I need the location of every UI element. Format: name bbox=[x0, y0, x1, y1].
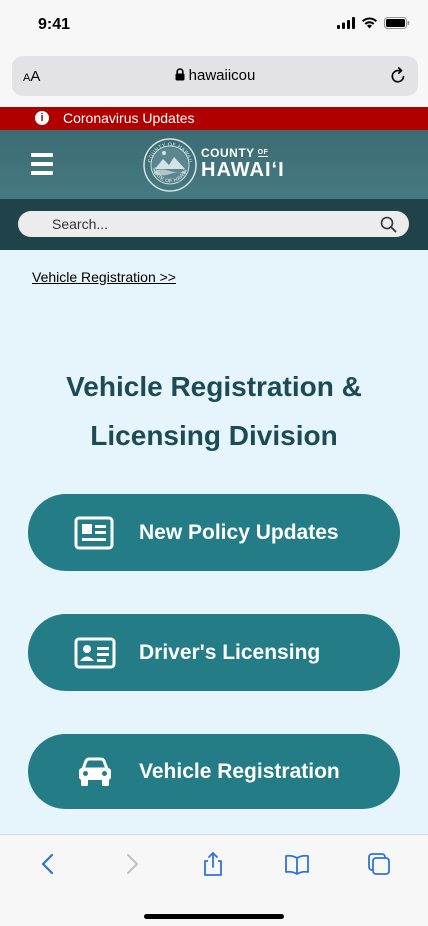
search-area bbox=[0, 199, 428, 250]
lock-icon bbox=[175, 68, 185, 81]
home-indicator bbox=[144, 914, 284, 919]
id-card-icon bbox=[74, 516, 114, 549]
url-text: hawaiicou bbox=[188, 67, 256, 84]
wifi-icon bbox=[362, 17, 377, 29]
page-title: Vehicle Registration & Licensing Divisio… bbox=[0, 362, 428, 460]
back-icon[interactable] bbox=[35, 851, 61, 877]
new-policy-updates-button[interactable]: New Policy Updates bbox=[28, 494, 400, 571]
battery-icon bbox=[384, 17, 410, 29]
car-icon bbox=[79, 757, 111, 786]
url-display[interactable]: hawaiicou bbox=[12, 67, 418, 84]
breadcrumb-link[interactable]: Vehicle Registration >> bbox=[32, 269, 176, 285]
menu-icon[interactable] bbox=[31, 153, 53, 175]
browser-toolbar: AA hawaiicou bbox=[0, 52, 428, 107]
tabs-icon[interactable] bbox=[366, 851, 392, 877]
search-box bbox=[18, 211, 409, 237]
bookmarks-icon[interactable] bbox=[284, 851, 310, 877]
signal-icon bbox=[337, 17, 355, 29]
button-label: Driver's Licensing bbox=[139, 640, 321, 664]
site-header: COUNTY OF HAWAII STATE OF HAWAII COUNTYO… bbox=[0, 130, 428, 199]
status-icons bbox=[337, 17, 410, 29]
search-icon[interactable] bbox=[380, 216, 397, 233]
vehicle-registration-button[interactable]: Vehicle Registration bbox=[28, 734, 400, 809]
alert-banner[interactable]: i Coronavirus Updates bbox=[0, 107, 428, 130]
drivers-license-icon bbox=[74, 637, 116, 668]
button-label: New Policy Updates bbox=[139, 520, 339, 544]
button-label: Vehicle Registration bbox=[139, 759, 340, 783]
address-bar[interactable]: AA hawaiicou bbox=[12, 56, 418, 96]
main-content: Vehicle Registration >> Vehicle Registra… bbox=[0, 250, 428, 834]
page-title-line2: Licensing Division bbox=[90, 420, 338, 451]
alert-text: Coronavirus Updates bbox=[63, 110, 195, 126]
logo-hawaii: HAWAIʻI bbox=[201, 159, 285, 181]
share-icon[interactable] bbox=[200, 851, 226, 877]
page-title-line1: Vehicle Registration & bbox=[66, 371, 362, 402]
reload-icon[interactable] bbox=[388, 66, 408, 86]
status-bar: 9:41 bbox=[0, 0, 428, 52]
site-logo[interactable]: COUNTY OF HAWAIʻI bbox=[201, 146, 285, 182]
forward-icon[interactable] bbox=[119, 851, 145, 877]
search-input[interactable] bbox=[18, 211, 409, 237]
county-seal-icon[interactable]: COUNTY OF HAWAII STATE OF HAWAII bbox=[143, 138, 197, 192]
status-time: 9:41 bbox=[38, 16, 71, 33]
drivers-licensing-button[interactable]: Driver's Licensing bbox=[28, 614, 400, 691]
logo-county: COUNTY OF bbox=[201, 146, 269, 160]
info-icon: i bbox=[35, 111, 49, 125]
browser-bottom-toolbar bbox=[0, 834, 428, 926]
